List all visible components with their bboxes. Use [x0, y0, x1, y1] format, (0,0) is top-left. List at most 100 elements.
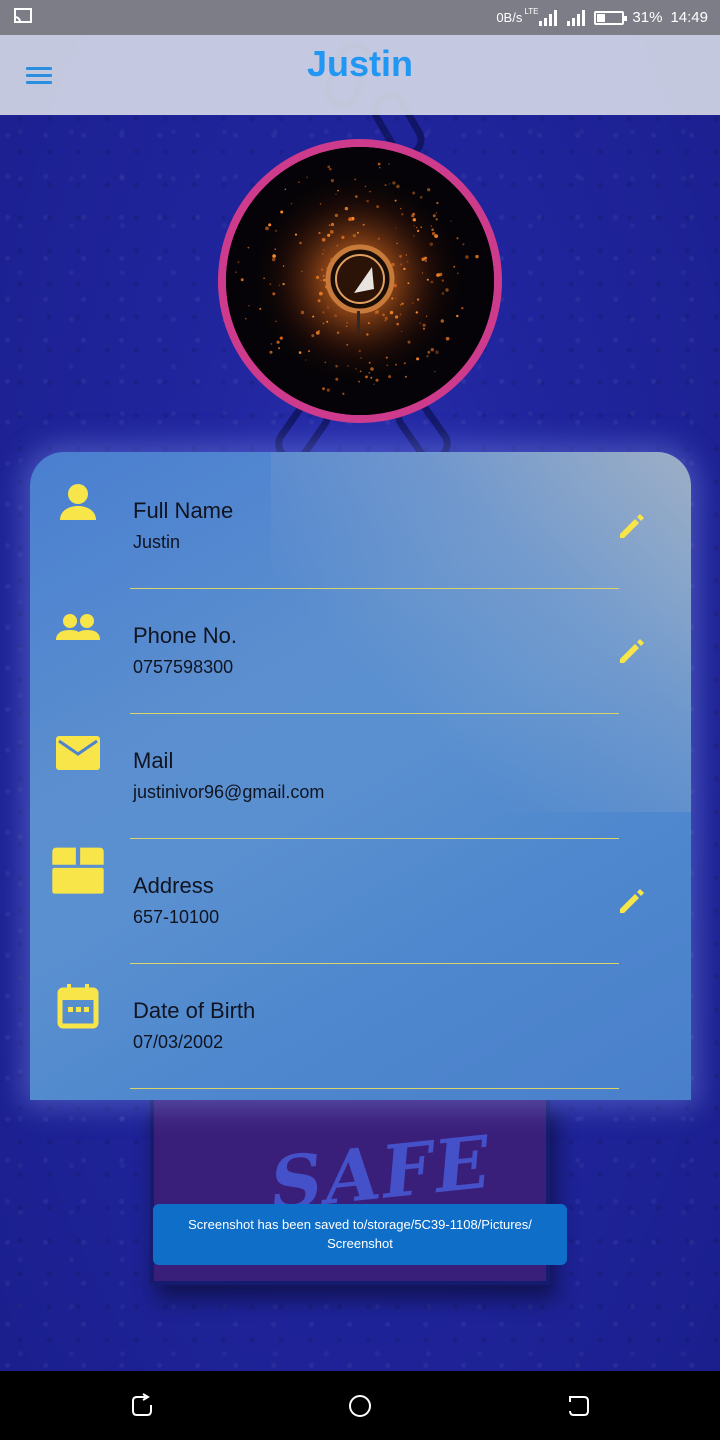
field-label: Address [133, 873, 214, 898]
spark-dot [275, 320, 277, 323]
spark-dot [355, 368, 357, 370]
spark-dot [422, 323, 426, 327]
spark-dot [400, 304, 402, 306]
profile-row-phone: Phone No. 0757598300 [30, 577, 691, 714]
spark-dot [269, 283, 272, 285]
battery-icon [594, 10, 628, 25]
spark-dot [370, 376, 373, 379]
spark-dot [436, 201, 439, 205]
spark-dot [336, 245, 338, 247]
spark-dot [413, 225, 415, 227]
signal-icon [567, 9, 586, 26]
spark-dot [312, 315, 315, 318]
spark-dot [431, 231, 436, 236]
spark-dot [412, 234, 415, 237]
row-divider [130, 1088, 619, 1089]
spark-dot [445, 288, 449, 292]
spark-dot [298, 181, 300, 183]
recents-icon[interactable] [566, 1393, 592, 1419]
spark-dot [392, 181, 396, 185]
spark-dot [406, 260, 409, 263]
spark-dot [278, 284, 280, 286]
spark-dot [317, 299, 321, 303]
spark-dot [424, 256, 427, 260]
spark-dot [399, 263, 403, 266]
field-value: 0757598300 [133, 657, 234, 677]
spark-dot [462, 243, 465, 246]
spark-dot [270, 343, 273, 345]
spark-dot [329, 230, 334, 234]
spark-dot [319, 291, 323, 296]
field-label: Phone No. [133, 623, 237, 648]
spark-dot [274, 229, 278, 232]
spark-dot [401, 213, 404, 216]
profile-row-address: Address 657-10100 [30, 827, 691, 964]
spark-dot [321, 268, 324, 271]
spark-dot [430, 280, 434, 284]
spark-dot [305, 359, 307, 361]
spark-dot [358, 349, 361, 353]
spark-dot [445, 336, 450, 341]
spark-dot [376, 205, 380, 209]
spark-dot [373, 383, 375, 386]
spark-dot [322, 253, 324, 255]
spark-dot [299, 241, 302, 245]
spark-dot [457, 272, 459, 275]
pencil-edit-icon[interactable] [616, 885, 648, 917]
spark-dot [326, 388, 330, 392]
spark-dot [366, 333, 369, 336]
spark-dot [322, 249, 325, 251]
spark-dot [346, 344, 349, 346]
spark-dot [424, 259, 428, 263]
field-value: 657-10100 [133, 907, 220, 927]
spark-dot [416, 357, 420, 361]
spark-dot [315, 275, 320, 280]
spark-dot [365, 375, 368, 379]
spark-dot [426, 278, 429, 281]
spark-dot [420, 226, 423, 229]
signal-icon [539, 9, 558, 26]
spark-dot [431, 228, 434, 231]
spark-dot [395, 363, 397, 366]
spark-dot [430, 348, 434, 352]
spark-dot [385, 356, 388, 359]
pencil-edit-icon[interactable] [616, 635, 648, 667]
spark-dot [322, 387, 325, 391]
spark-dot [367, 322, 370, 325]
calendar-icon [57, 984, 99, 1029]
home-icon[interactable] [347, 1393, 373, 1419]
spark-dot [326, 320, 329, 323]
spark-dot [263, 277, 265, 280]
avatar[interactable] [218, 139, 502, 423]
spark-dot [405, 254, 408, 256]
spark-dot [419, 196, 423, 199]
spark-dot [415, 311, 418, 314]
spark-dot [388, 375, 392, 379]
spark-dot [391, 297, 394, 300]
spark-dot [430, 225, 432, 227]
spark-dot [355, 195, 358, 198]
spark-dot [360, 357, 362, 359]
spark-dot [327, 165, 331, 169]
pencil-edit-icon[interactable] [616, 510, 648, 542]
spark-dot [432, 214, 436, 218]
spark-dot [441, 292, 445, 295]
spark-dot [359, 370, 362, 373]
spark-dot [412, 218, 416, 222]
spark-dot [248, 305, 250, 307]
spark-dot [426, 355, 429, 358]
spark-dot [441, 279, 444, 282]
spark-dot [456, 314, 459, 318]
spark-dot [368, 361, 371, 364]
spark-dot [334, 213, 339, 218]
spark-dot [278, 347, 280, 350]
spark-dot [395, 227, 397, 229]
back-icon[interactable] [129, 1393, 155, 1419]
spark-dot [356, 231, 359, 234]
spark-dot [377, 162, 381, 166]
spark-dot [389, 310, 394, 315]
spark-dot [334, 314, 338, 318]
spark-dot [412, 212, 415, 216]
spark-dot [435, 212, 437, 214]
spark-dot [276, 340, 280, 344]
